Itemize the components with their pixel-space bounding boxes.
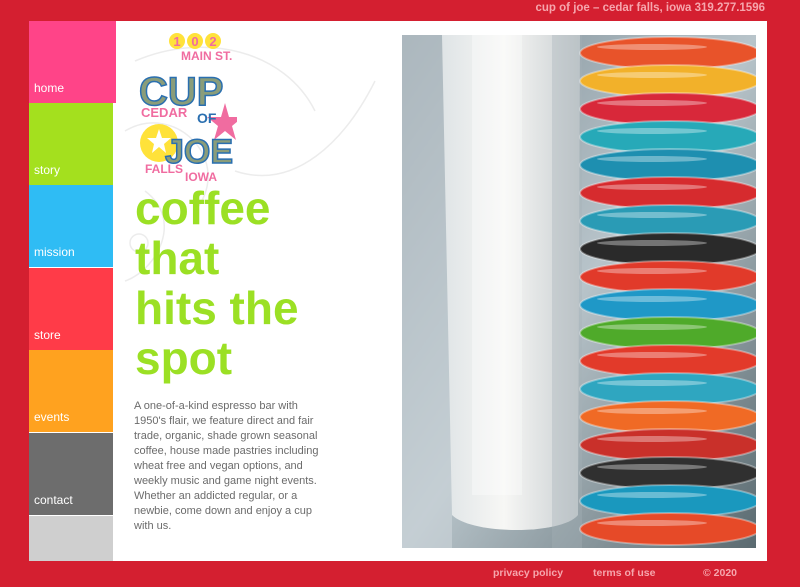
nav-item-store[interactable]: store	[29, 268, 113, 350]
cup-of-joe-logo[interactable]: 1 0 2 MAIN ST. CUP CEDAR OF JOE FALLS IO…	[137, 31, 237, 181]
logo-digit: 0	[191, 34, 198, 49]
nav-label: store	[34, 328, 61, 342]
header-contact-line: cup of joe – cedar falls, iowa 319.277.1…	[535, 2, 765, 14]
copyright-text: © 2020	[703, 567, 738, 579]
nav-label: story	[34, 163, 61, 177]
nav-blank-block	[29, 516, 113, 561]
logo-of: OF	[197, 110, 217, 126]
nav-label: contact	[34, 493, 73, 507]
sidebar-nav: home story mission store events contact	[29, 21, 116, 561]
nav-item-mission[interactable]: mission	[29, 185, 113, 267]
terms-of-use-link[interactable]: terms of use	[593, 567, 655, 579]
privacy-policy-link[interactable]: privacy policy	[493, 567, 563, 579]
nav-label: events	[34, 410, 70, 424]
nav-item-home[interactable]: home	[29, 21, 116, 103]
nav-item-story[interactable]: story	[29, 103, 113, 185]
headline: coffee that hits the spot	[135, 183, 385, 383]
headline-line: coffee	[135, 182, 271, 234]
logo-iowa: IOWA	[185, 170, 217, 181]
nav-label: home	[34, 81, 65, 95]
logo-street: MAIN ST.	[181, 49, 232, 63]
logo-falls: FALLS	[145, 162, 183, 176]
headline-line: that	[135, 232, 220, 284]
nav-item-contact[interactable]: contact	[29, 433, 113, 515]
logo-digit: 2	[209, 34, 216, 49]
nav-label: mission	[34, 245, 75, 259]
headline-line: spot	[135, 332, 233, 384]
logo-cedar: CEDAR	[141, 105, 188, 120]
logo-digit: 1	[173, 34, 180, 49]
headline-line: hits the	[135, 282, 299, 334]
intro-paragraph: A one-of-a-kind espresso bar with 1950's…	[134, 400, 319, 532]
main-frame: home story mission store events contact …	[29, 21, 767, 561]
nav-item-events[interactable]: events	[29, 350, 113, 432]
stacked-saucers-photo	[402, 35, 756, 548]
